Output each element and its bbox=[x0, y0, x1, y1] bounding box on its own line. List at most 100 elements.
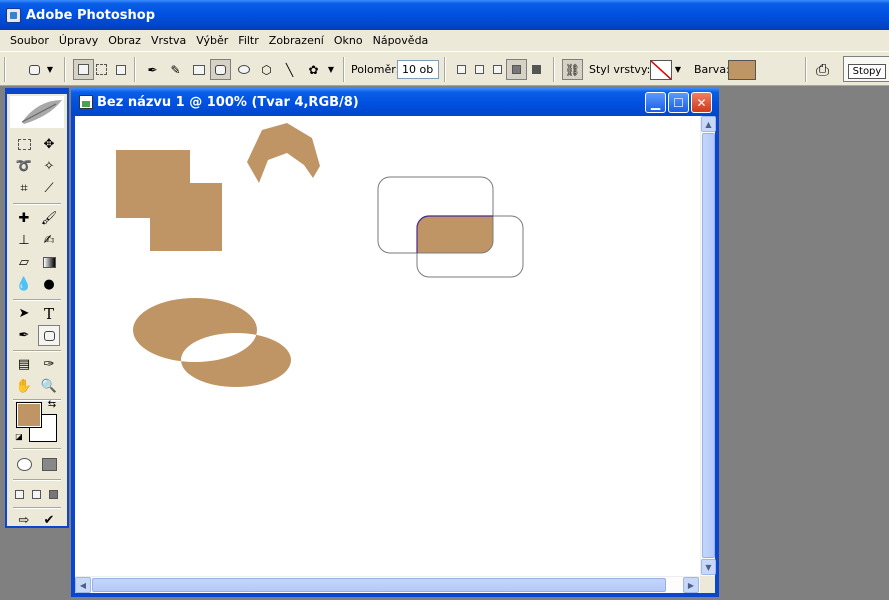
menu-vrstva[interactable]: Vrstva bbox=[146, 31, 191, 50]
no-style-icon bbox=[651, 61, 671, 79]
rectangle-tool-icon[interactable] bbox=[188, 59, 209, 80]
scroll-up-arrow-icon[interactable]: ▲ bbox=[701, 116, 716, 132]
full-screen-mode-icon[interactable] bbox=[45, 484, 61, 505]
menu-vyber[interactable]: Výběr bbox=[191, 31, 233, 50]
options-separator bbox=[134, 57, 136, 82]
dodge-tool-icon[interactable]: ● bbox=[38, 274, 60, 295]
slice-tool-icon[interactable]: ⟋ bbox=[38, 178, 60, 199]
subtract-from-shape-area-icon[interactable] bbox=[487, 59, 508, 80]
exclude-overlapping-shape-areas-icon[interactable] bbox=[526, 59, 547, 80]
clone-stamp-tool-icon[interactable]: ⊥ bbox=[13, 230, 35, 251]
crop-tool-icon[interactable]: ⌗ bbox=[13, 178, 35, 199]
pen-tool-icon[interactable]: ✒ bbox=[142, 59, 163, 80]
app-titlebar: Adobe Photoshop bbox=[0, 0, 889, 30]
palette-well: Stopy bbox=[843, 56, 889, 82]
eyedropper-tool-icon[interactable]: ✑ bbox=[38, 354, 60, 375]
close-button[interactable]: ✕ bbox=[691, 92, 712, 113]
document-icon bbox=[79, 95, 93, 109]
quick-mask-mode-icon[interactable] bbox=[38, 454, 60, 475]
toolbox-separator bbox=[13, 479, 61, 481]
horizontal-scrollbar[interactable]: ◀ ▶ bbox=[75, 576, 700, 593]
healing-brush-tool-icon[interactable]: ✚ bbox=[13, 208, 35, 229]
lasso-tool-icon[interactable]: ➰ bbox=[13, 156, 35, 177]
menu-okno[interactable]: Okno bbox=[329, 31, 368, 50]
gradient-tool-icon[interactable] bbox=[38, 252, 60, 273]
menu-obraz[interactable]: Obraz bbox=[103, 31, 146, 50]
paths-button[interactable] bbox=[91, 59, 112, 80]
toolbox-separator bbox=[13, 350, 61, 352]
polygon-tool-icon[interactable]: ⬡ bbox=[256, 59, 277, 80]
ellipse-tool-icon[interactable] bbox=[233, 59, 254, 80]
shape-color-swatch[interactable] bbox=[728, 60, 756, 80]
maximize-button[interactable]: ☐ bbox=[668, 92, 689, 113]
image-canvas[interactable] bbox=[75, 116, 700, 576]
marquee-tool-icon[interactable] bbox=[13, 134, 35, 155]
menu-filtr[interactable]: Filtr bbox=[233, 31, 263, 50]
chevron-down-icon[interactable]: ▼ bbox=[672, 59, 684, 80]
eraser-tool-icon[interactable]: ▱ bbox=[13, 252, 35, 273]
intersect-shape-areas-icon[interactable] bbox=[506, 59, 527, 80]
horizontal-scroll-thumb[interactable] bbox=[92, 578, 666, 592]
menu-bar: Soubor Úpravy Obraz Vrstva Výběr Filtr Z… bbox=[0, 30, 889, 51]
type-tool-icon[interactable]: T bbox=[38, 303, 60, 324]
paths-palette-tab[interactable]: Stopy bbox=[848, 64, 886, 79]
scrollbar-corner bbox=[700, 576, 715, 593]
options-separator bbox=[64, 57, 66, 82]
notes-tool-icon[interactable]: ▤ bbox=[13, 354, 35, 375]
link-layer-style-icon[interactable]: ⛓ bbox=[562, 59, 583, 80]
vertical-scrollbar[interactable]: ▲ ▼ bbox=[700, 116, 716, 576]
move-tool-icon[interactable]: ✥ bbox=[38, 134, 60, 155]
history-brush-tool-icon[interactable]: ✍ bbox=[38, 230, 60, 251]
tool-preset-picker-button[interactable] bbox=[24, 59, 45, 80]
feather-logo-icon[interactable] bbox=[10, 96, 64, 128]
standard-screen-mode-icon[interactable] bbox=[11, 484, 27, 505]
brush-tool-icon[interactable]: 🖌 bbox=[38, 208, 60, 229]
document-titlebar: Bez názvu 1 @ 100% (Tvar 4,RGB/8) ▁ ☐ ✕ bbox=[71, 88, 719, 116]
line-tool-icon[interactable]: ╲ bbox=[279, 59, 300, 80]
path-selection-tool-icon[interactable]: ➤ bbox=[13, 303, 35, 324]
radius-input[interactable]: 10 ob bbox=[397, 60, 439, 79]
vertical-scroll-thumb[interactable] bbox=[702, 133, 715, 558]
options-separator bbox=[805, 57, 807, 82]
excluded-ellipses-shape bbox=[133, 297, 291, 388]
chevron-down-icon[interactable]: ▼ bbox=[325, 59, 337, 80]
minimize-button[interactable]: ▁ bbox=[645, 92, 666, 113]
options-separator bbox=[343, 57, 345, 82]
layer-style-swatch[interactable] bbox=[650, 60, 672, 80]
file-browser-icon[interactable]: ⎙ bbox=[812, 59, 833, 80]
hand-tool-icon[interactable]: ✋ bbox=[13, 376, 35, 397]
jump-to-imageready-icon[interactable]: ⇨ bbox=[13, 510, 35, 531]
scroll-right-arrow-icon[interactable]: ▶ bbox=[683, 577, 699, 593]
full-screen-menu-mode-icon[interactable] bbox=[28, 484, 44, 505]
default-colors-icon[interactable]: ◪ bbox=[13, 430, 25, 442]
menu-upravy[interactable]: Úpravy bbox=[54, 31, 103, 50]
swap-colors-icon[interactable]: ⇆ bbox=[45, 397, 59, 411]
app-title: Adobe Photoshop bbox=[26, 7, 156, 23]
menu-zobrazeni[interactable]: Zobrazení bbox=[264, 31, 329, 50]
toolbox-separator bbox=[13, 448, 61, 450]
union-squares-shape bbox=[116, 150, 222, 251]
subtracted-hexagon-shape bbox=[247, 123, 320, 183]
shape-tool-icon[interactable] bbox=[38, 325, 60, 346]
options-bar-gripper bbox=[4, 57, 6, 82]
foreground-color-swatch[interactable] bbox=[16, 402, 42, 428]
menu-napoveda[interactable]: Nápověda bbox=[368, 31, 434, 50]
toolbox-separator bbox=[13, 299, 61, 301]
standard-mode-icon[interactable] bbox=[13, 454, 35, 475]
fill-pixels-button[interactable] bbox=[110, 59, 131, 80]
freeform-pen-tool-icon[interactable]: ✎ bbox=[165, 59, 186, 80]
rounded-rectangle-tool-icon[interactable] bbox=[210, 59, 231, 80]
custom-shape-tool-icon[interactable]: ✿ bbox=[303, 59, 324, 80]
checkmark-icon[interactable]: ✔ bbox=[38, 510, 60, 531]
toolbox-separator bbox=[13, 507, 61, 509]
document-title: Bez názvu 1 @ 100% (Tvar 4,RGB/8) bbox=[97, 94, 359, 110]
toolbox: ✥ ➰ ✧ ⌗ ⟋ ✚ 🖌 ⊥ ✍ ▱ 💧 ● ➤ T ✒ ▤ ✑ ✋ 🔍 ⇆ … bbox=[5, 88, 69, 528]
magic-wand-tool-icon[interactable]: ✧ bbox=[38, 156, 60, 177]
scroll-left-arrow-icon[interactable]: ◀ bbox=[75, 577, 91, 593]
chevron-down-icon[interactable]: ▼ bbox=[44, 59, 56, 80]
blur-tool-icon[interactable]: 💧 bbox=[13, 274, 35, 295]
scroll-down-arrow-icon[interactable]: ▼ bbox=[701, 559, 716, 575]
zoom-tool-icon[interactable]: 🔍 bbox=[38, 376, 60, 397]
pen-tool-icon[interactable]: ✒ bbox=[13, 325, 35, 346]
menu-soubor[interactable]: Soubor bbox=[5, 31, 54, 50]
